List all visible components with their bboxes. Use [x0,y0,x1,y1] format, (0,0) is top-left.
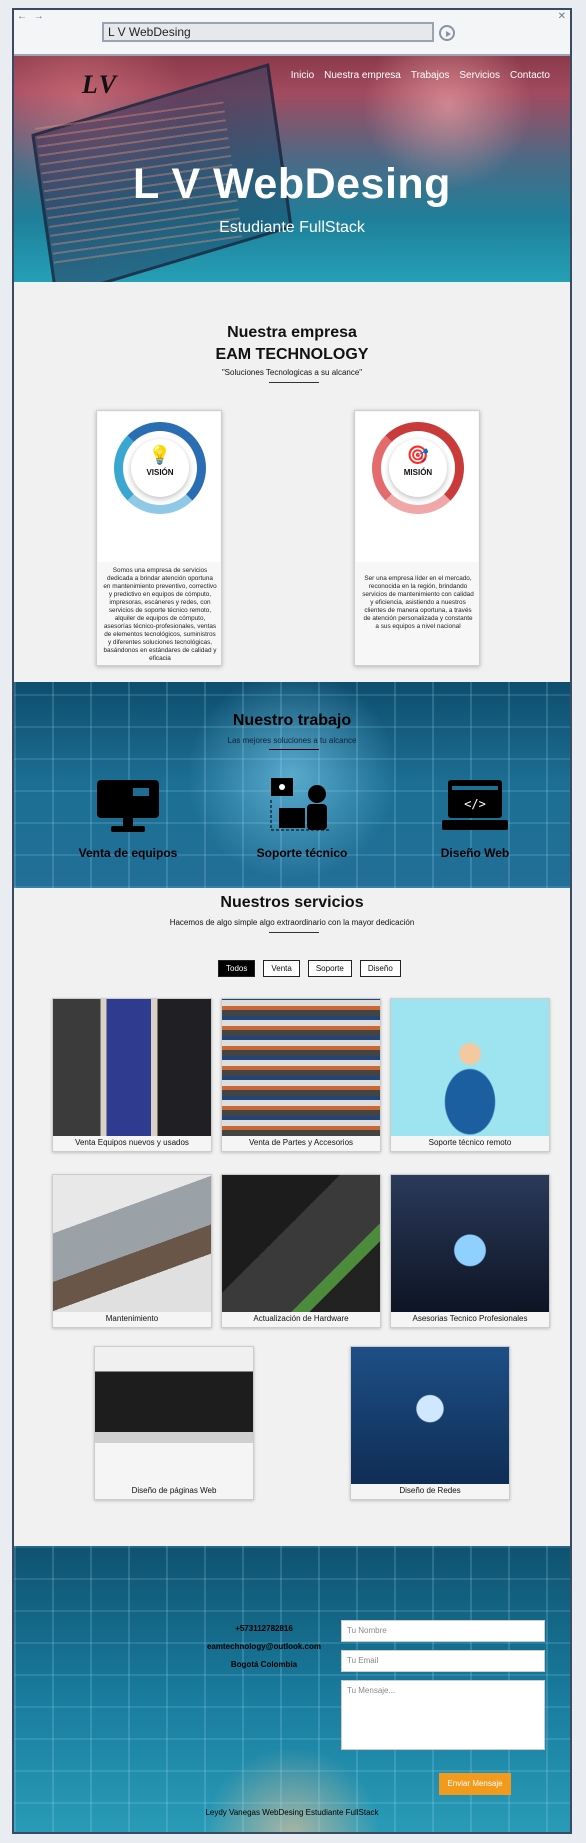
close-icon[interactable]: ✕ [558,11,566,22]
contact-email: eamtechnology@outlook.com [206,1642,322,1651]
filter-soporte[interactable]: Soporte [307,960,352,977]
empresa-heading: Nuestra empresa [227,324,357,341]
service-caption: Asesorias Tecnico Profesionales [412,1314,528,1323]
message-textarea[interactable]: Tu Mensaje... [341,1680,545,1750]
hero-title: L V WebDesing [133,160,451,208]
company-tagline: "Soluciones Tecnologicas a su alcance" [221,368,363,377]
work-label-diseno: Diseño Web [440,846,510,860]
servicios-heading: Nuestros servicios [220,894,364,911]
nav-item-servicios[interactable]: Servicios [459,68,500,83]
mision-image: 🎯 MISIÓN [356,412,478,562]
accessories-store-image [222,999,380,1136]
filter-diseno[interactable]: Diseño [359,960,401,977]
filter-todos[interactable]: Todos [218,960,256,977]
trabajo-subtitle: Las mejores soluciones a tu alcance [227,736,357,745]
service-caption: Soporte técnico remoto [428,1138,512,1147]
hero-subtitle: Estudiante FullStack [219,219,365,236]
nav-item-empresa[interactable]: Nuestra empresa [324,68,401,83]
nav-item-trabajos[interactable]: Trabajos [411,68,450,83]
service-caption: Diseño de páginas Web [131,1486,217,1495]
technician-icon [267,774,337,836]
browser-window: ← → ✕ L V WebDesing LV Inicio Nuestra em… [12,8,572,1834]
divider [269,382,319,383]
divider [269,932,319,933]
empresa-section: Nuestra empresa EAM TECHNOLOGY "Solucion… [14,282,570,682]
mision-label: MISIÓN [403,468,433,477]
service-card[interactable]: Asesorias Tecnico Profesionales [390,1174,550,1328]
maintenance-image [53,1175,211,1312]
filter-venta[interactable]: Venta [263,960,300,977]
target-icon: 🎯 [406,445,430,465]
company-name: EAM TECHNOLOGY [215,346,369,363]
svg-text:</>: </> [464,797,486,811]
vision-image: 💡 VISIÓN [98,412,220,562]
mision-card: 🎯 MISIÓN Ser una empresa líder en el mer… [354,410,480,666]
trabajo-section: Nuestro trabajo Las mejores soluciones a… [14,682,570,888]
service-card[interactable]: Soporte técnico remoto [390,998,550,1152]
ssd-hardware-image [222,1175,380,1312]
mision-text: Ser una empresa líder en el mercado, rec… [362,575,474,630]
service-caption: Venta Equipos nuevos y usados [75,1138,189,1147]
back-forward-icon[interactable]: ← → [17,11,46,22]
hero-header: LV Inicio Nuestra empresa Trabajos Servi… [14,56,570,282]
reload-icon[interactable] [439,25,455,41]
site-logo[interactable]: LV [74,70,126,100]
servicios-section: Nuestros servicios Hacemos de algo simpl… [14,888,570,1546]
vision-ring: 💡 VISIÓN [114,422,206,514]
service-card[interactable]: Diseño de Redes [350,1346,510,1500]
nav-item-contacto[interactable]: Contacto [510,68,550,83]
email-input[interactable]: Tu Email [341,1650,545,1672]
address-bar[interactable]: L V WebDesing [102,22,434,42]
service-caption: Diseño de Redes [399,1486,461,1495]
contact-phone: +573112782816 [235,1624,293,1633]
browser-toolbar: ← → ✕ L V WebDesing [14,10,570,56]
vision-card: 💡 VISIÓN Somos una empresa de servicios … [96,410,222,666]
service-card[interactable]: Venta Equipos nuevos y usados [52,998,212,1152]
mision-ring: 🎯 MISIÓN [372,422,464,514]
filter-bar: Todos Venta Soporte Diseño [218,960,401,977]
service-card[interactable]: Venta de Partes y Accesorios [221,998,381,1152]
send-message-button[interactable]: Enviar Mensaje [439,1773,511,1795]
work-label-venta: Venta de equipos [78,846,178,860]
service-caption: Venta de Partes y Accesorios [248,1138,354,1147]
vision-text: Somos una empresa de servicios dedicada … [103,567,217,662]
contact-section: +573112782816 eamtechnology@outlook.com … [14,1546,570,1832]
work-label-soporte: Soporte técnico [256,846,348,860]
remote-support-image [391,999,549,1136]
divider [269,749,319,750]
service-card[interactable]: Mantenimiento [52,1174,212,1328]
consulting-tablet-image [391,1175,549,1312]
lightbulb-icon: 💡 [148,445,172,465]
footer-credit: Leydy Vanegas WebDesing Estudiante FullS… [205,1808,379,1817]
servicios-subtitle: Hacemos de algo simple algo extraordinar… [169,918,415,927]
service-caption: Mantenimiento [105,1314,159,1323]
service-caption: Actualización de Hardware [253,1314,349,1323]
vision-label: VISIÓN [146,468,174,477]
contact-city: Bogotá Colombia [230,1660,298,1669]
nav-item-inicio[interactable]: Inicio [291,68,314,83]
code-window-icon: </> [440,778,510,840]
main-nav: Inicio Nuestra empresa Trabajos Servicio… [291,68,550,83]
network-design-image [351,1347,509,1484]
monitor-icon [93,778,163,840]
service-card[interactable]: Diseño de páginas Web [94,1346,254,1500]
service-card[interactable]: Actualización de Hardware [221,1174,381,1328]
name-input[interactable]: Tu Nombre [341,1620,545,1642]
web-design-image [95,1347,253,1484]
trabajo-heading: Nuestro trabajo [232,712,352,729]
computers-shelf-image [53,999,211,1136]
